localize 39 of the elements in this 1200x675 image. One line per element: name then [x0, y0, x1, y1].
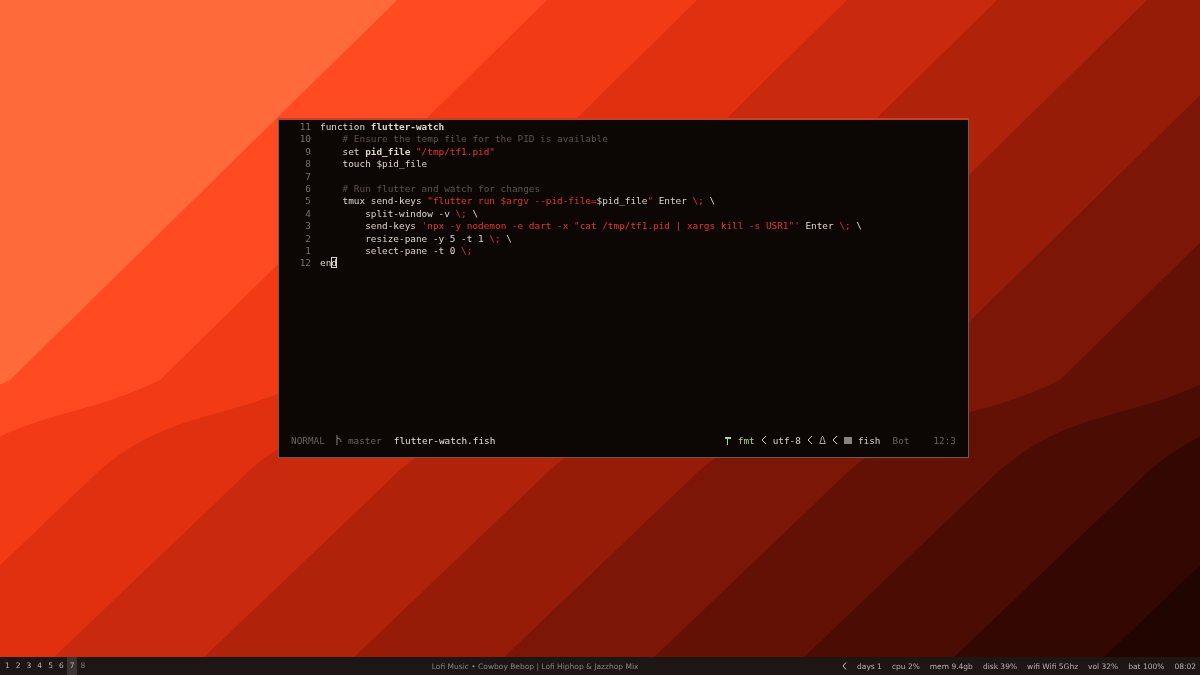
line-number: 5: [304, 195, 312, 208]
separator-icon: [760, 435, 767, 445]
chevron-icon[interactable]: [842, 662, 848, 670]
separator-icon: [831, 435, 838, 445]
cursor-position: 12:3: [933, 434, 956, 446]
filetype-label: fish: [857, 434, 881, 446]
git-branch: master: [347, 434, 382, 446]
code-line: send-keys 'npx -y nodemon -e dart -x "cat /tmp/tf1.pid | xargs kill -s USR1"' Enter \; \: [364, 220, 862, 233]
branch-icon: [334, 435, 342, 445]
code-line: set pid_file "/tmp/tf1.pid": [341, 145, 495, 159]
linux-icon: [818, 435, 826, 445]
code-line: tmux send-keys "flutter run $argv --pid-file=$pid_file" Enter \; \: [341, 195, 716, 208]
code-line: function flutter-watch: [320, 121, 445, 134]
code-line: # Run flutter and watch for changes: [341, 182, 541, 196]
line-number: 1: [304, 244, 312, 258]
separator-icon: [806, 435, 813, 445]
code-line: split-window -v \; \: [364, 207, 479, 221]
file-name: flutter-watch.fish: [393, 434, 496, 446]
hammer-icon: [724, 435, 732, 445]
formatter-label: fmt: [737, 434, 755, 446]
code-line: # Ensure the temp file for the PID is available: [341, 133, 608, 146]
mode-indicator: NORMAL: [291, 434, 325, 446]
code-line: resize-pane -y 5 -t 1 \; \: [364, 232, 512, 245]
line-number: 4: [304, 207, 312, 221]
line-number: 8: [304, 158, 312, 171]
code-line: touch $pid_file: [341, 158, 428, 171]
line-number: 3: [304, 220, 312, 233]
code-line: end: [320, 257, 337, 270]
line-number: 12: [298, 257, 312, 270]
line-number: 2: [304, 232, 312, 245]
file-icon: [843, 436, 852, 444]
line-number: 7: [304, 170, 312, 183]
code-line: select-pane -t 0 \;: [364, 244, 473, 258]
line-number: 11: [298, 121, 312, 134]
line-number: 6: [304, 182, 312, 196]
line-number: 9: [304, 145, 312, 159]
scroll-position: Bot: [892, 434, 910, 446]
line-number: 10: [298, 133, 312, 146]
encoding-label: utf-8: [772, 434, 801, 446]
